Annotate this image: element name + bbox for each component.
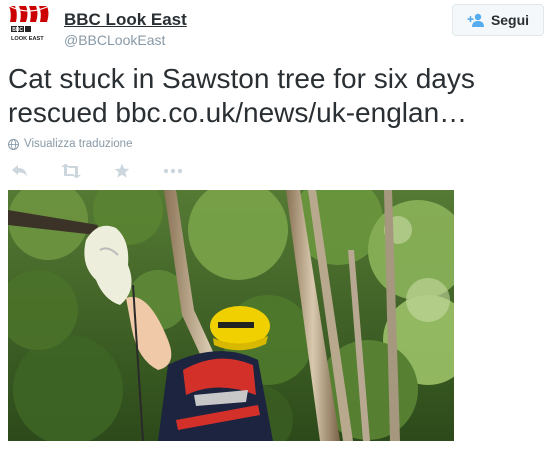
tweet-link[interactable]: rescued bbc.co.uk/news/uk-englan… [8, 96, 544, 130]
user-handle[interactable]: @BBCLookEast [64, 31, 187, 49]
tweet-text: Cat stuck in Sawston tree for six days r… [8, 62, 544, 130]
user-info: BBC Look East @BBCLookEast [64, 10, 187, 49]
follow-button[interactable]: Segui [452, 4, 544, 36]
tweet-actions [8, 162, 212, 180]
add-user-icon [467, 13, 484, 27]
translate-link[interactable]: Visualizza traduzione [8, 138, 132, 150]
more-button[interactable] [161, 162, 185, 180]
bbc-look-east-logo: BBC LOOK EAST [8, 5, 50, 42]
more-icon [163, 168, 183, 174]
star-icon [114, 163, 130, 178]
globe-icon [8, 138, 19, 150]
avatar-logo-bottom: LOOK EAST [11, 36, 44, 42]
retweet-button[interactable] [59, 162, 83, 180]
tweet: BBC LOOK EAST BBC Look East @BBCLookEast… [0, 0, 550, 450]
retweet-icon [61, 164, 81, 178]
avatar[interactable]: BBC LOOK EAST [7, 2, 53, 48]
avatar-logo-top: BBC [12, 27, 23, 33]
display-name[interactable]: BBC Look East [64, 10, 187, 30]
follow-button-label: Segui [490, 12, 530, 28]
reply-button[interactable] [8, 162, 32, 180]
photo-cat-rescue [8, 190, 454, 441]
favorite-button[interactable] [110, 162, 134, 180]
tweet-text-line-1: Cat stuck in Sawston tree for six days [8, 63, 475, 94]
translate-label: Visualizza traduzione [24, 138, 133, 150]
reply-icon [12, 165, 27, 176]
tweet-photo[interactable] [8, 190, 454, 441]
